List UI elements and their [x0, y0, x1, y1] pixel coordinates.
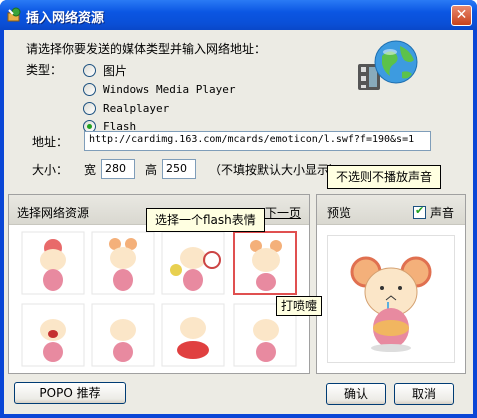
- radio-button[interactable]: [83, 82, 96, 96]
- preview-panel: 预览 声音: [316, 194, 466, 374]
- radio-label: Windows Media Player: [103, 82, 236, 96]
- preview-area: [327, 235, 455, 363]
- size-note: （不填按默认大小显示）: [209, 163, 342, 177]
- emoticon-thumb[interactable]: [21, 303, 85, 367]
- popo-button-label: POPO 推荐: [39, 386, 101, 400]
- sound-label: 声音: [430, 206, 455, 220]
- tooltip-no-sound: 不选则不播放声音: [327, 165, 442, 189]
- height-input[interactable]: 250: [162, 159, 196, 179]
- address-label: 地址：: [32, 135, 69, 149]
- popo-recommend-button[interactable]: POPO 推荐: [14, 382, 126, 404]
- window-title: 插入网络资源: [26, 11, 105, 26]
- radio-button[interactable]: [83, 101, 96, 115]
- radio-image[interactable]: 图片: [83, 62, 127, 78]
- address-input[interactable]: http://cardimg.163.com/mcards/emoticon/l…: [84, 131, 431, 151]
- ok-button[interactable]: 确认: [326, 383, 386, 405]
- radio-label: 图片: [103, 63, 128, 78]
- app-icon: [7, 7, 21, 22]
- preview-panel-header: 预览 声音: [317, 195, 465, 225]
- emoticon-thumb[interactable]: [161, 231, 225, 295]
- emoticon-thumb[interactable]: [161, 303, 225, 367]
- emoticon-thumb[interactable]: [21, 231, 85, 295]
- globe-film-icon: [358, 40, 418, 90]
- close-icon: ✕: [455, 7, 468, 23]
- ok-button-label: 确认: [343, 387, 368, 401]
- resource-panel-title: 选择网络资源: [17, 206, 90, 220]
- thumb-grid: [21, 231, 297, 367]
- width-label: 宽: [84, 163, 97, 177]
- preview-character: [350, 256, 432, 352]
- preview-title: 预览: [327, 206, 352, 220]
- dialog-window: 插入网络资源 ✕ 请选择你要发送的媒体类型并输入网络地址： 类型： 图片 Win…: [0, 0, 477, 418]
- height-label: 高: [145, 163, 158, 177]
- tooltip-item-name: 打喷嚏: [276, 296, 323, 316]
- tooltip-select-flash: 选择一个flash表情: [146, 208, 265, 232]
- radio-realplayer[interactable]: Realplayer: [83, 100, 169, 116]
- radio-button[interactable]: [83, 63, 96, 77]
- close-button[interactable]: ✕: [451, 5, 472, 26]
- cancel-button-label: 取消: [411, 387, 436, 401]
- sound-checkbox[interactable]: 声音: [413, 204, 454, 221]
- prompt-text: 请选择你要发送的媒体类型并输入网络地址：: [26, 42, 267, 56]
- emoticon-thumb[interactable]: [91, 303, 155, 367]
- radio-windows-media-player[interactable]: Windows Media Player: [83, 81, 235, 97]
- cancel-button[interactable]: 取消: [394, 383, 454, 405]
- width-input[interactable]: 280: [101, 159, 135, 179]
- checkbox-box[interactable]: [413, 204, 426, 219]
- emoticon-thumb-selected[interactable]: [233, 231, 297, 295]
- emoticon-thumb[interactable]: [91, 231, 155, 295]
- dialog-body: 请选择你要发送的媒体类型并输入网络地址： 类型： 图片 Windows Medi…: [4, 30, 473, 414]
- type-label: 类型：: [26, 63, 63, 77]
- size-label: 大小：: [32, 163, 69, 177]
- next-page-link[interactable]: 下一页: [265, 204, 301, 221]
- radio-label: Realplayer: [103, 101, 170, 115]
- title-bar[interactable]: 插入网络资源 ✕: [0, 0, 477, 30]
